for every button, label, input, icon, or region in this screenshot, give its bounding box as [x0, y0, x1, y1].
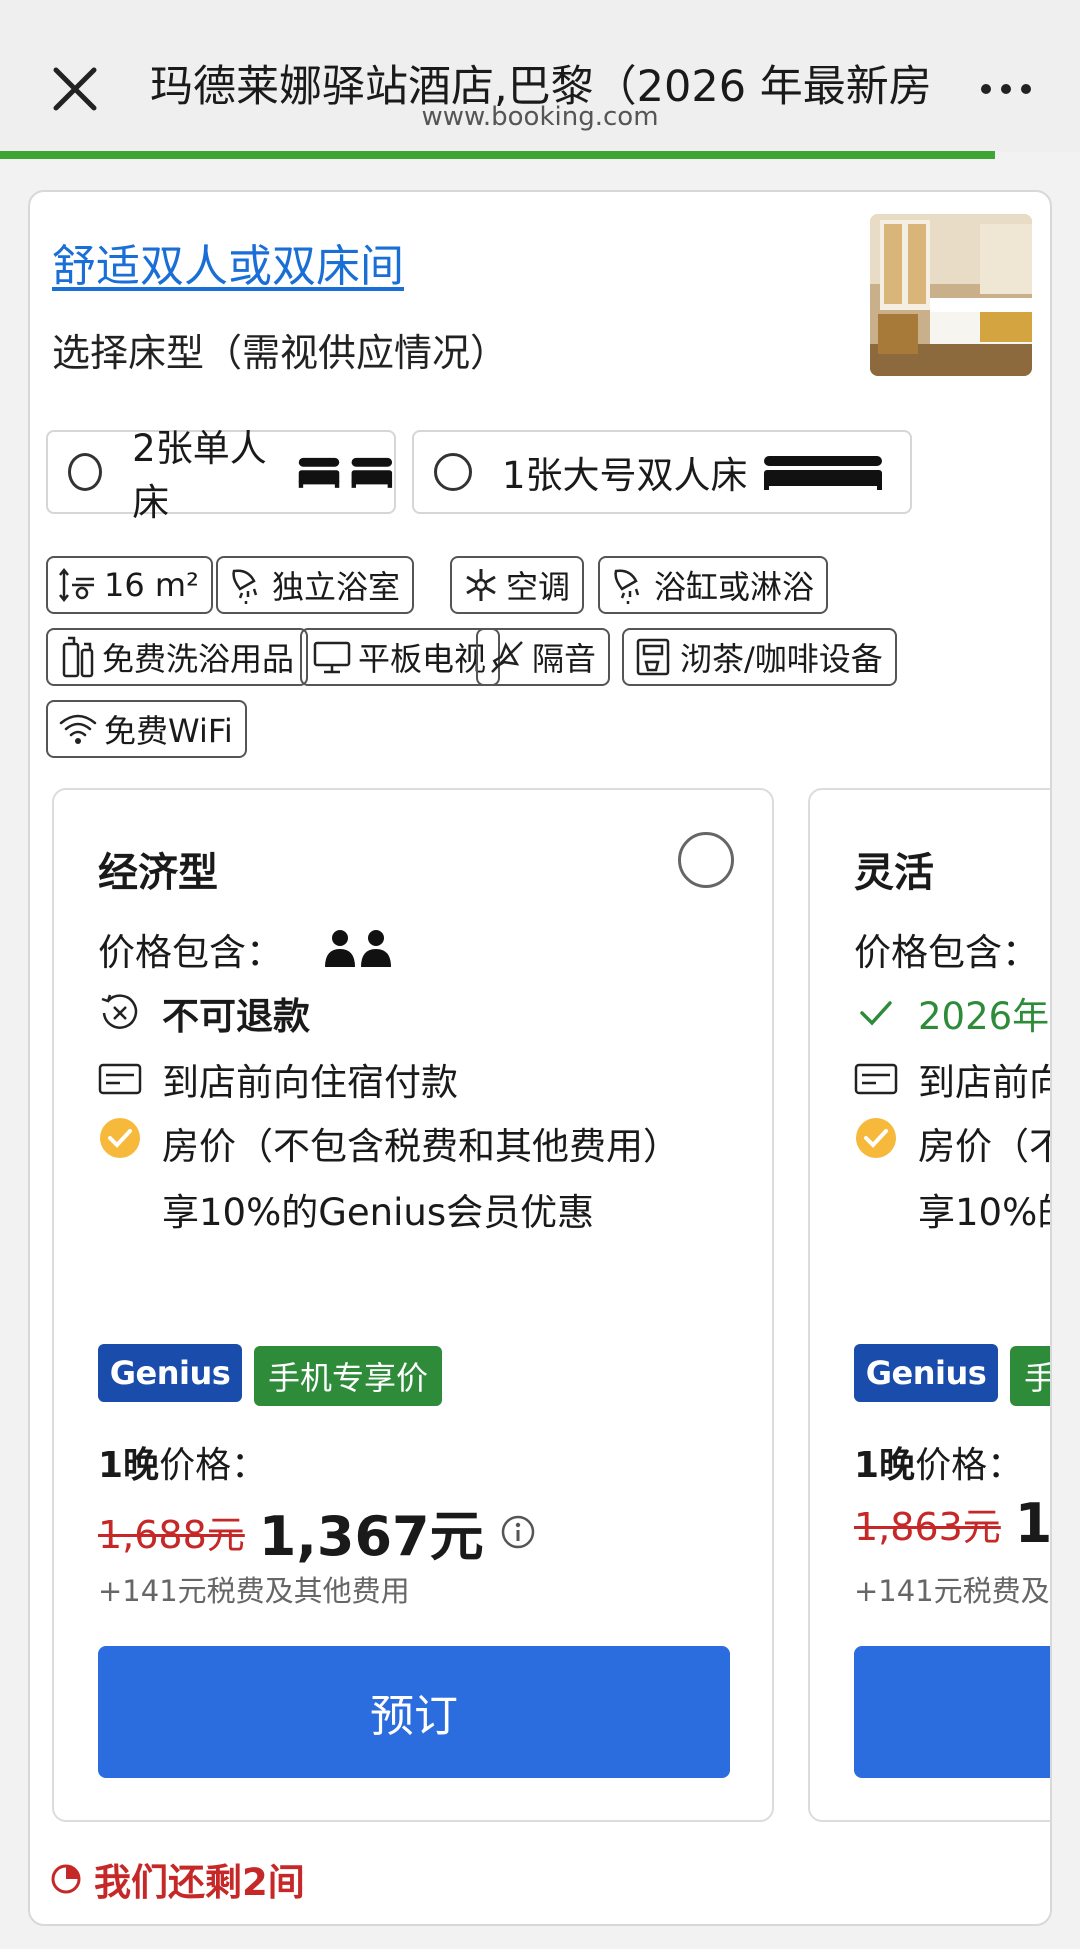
taxes-and-fees: +141元税费及 [854, 1574, 1050, 1608]
soundproof-icon [491, 641, 523, 673]
cancellation-policy: 2026年 [918, 995, 1050, 1038]
page-url: www.booking.com [421, 102, 659, 132]
taxes-and-fees: +141元税费及其他费用 [98, 1574, 410, 1608]
facility-room-size: 16 m² [46, 556, 213, 614]
facility-tea-coffee-maker: 沏茶/咖啡设备 [622, 628, 897, 686]
facility-flat-screen-tv: 平板电视 [300, 628, 501, 686]
original-price: 1,688元 [98, 1513, 245, 1557]
payment-card-icon [98, 1063, 142, 1095]
facility-label: 独立浴室 [272, 568, 401, 606]
discounted-price: 1, [1014, 1492, 1052, 1555]
rate-plan-name: 经济型 [98, 850, 218, 896]
facility-bath-or-shower: 浴缸或淋浴 [598, 556, 829, 614]
facility-free-wifi: 免费WiFi [46, 700, 247, 758]
rate-info-line2: 享10%的Genius会员优惠 [162, 1191, 595, 1234]
bed-option-label: 1张大号双人床 [502, 454, 748, 497]
wifi-icon [59, 714, 97, 744]
mobile-only-price-badge: 手机专享价 [254, 1346, 443, 1406]
facility-label: 免费WiFi [104, 712, 233, 750]
cancellation-row: 2026年 [854, 986, 1049, 1040]
facility-soundproof: 隔音 [476, 628, 611, 686]
room-photo[interactable] [870, 214, 1032, 376]
rate-plan-card: 经济型 价格包含： 不可退款 到店前向住宿付款 房价（不包含税费和其他费用） 享… [52, 788, 774, 1822]
payment-row: 到店前向住宿付款 [98, 1052, 458, 1106]
facility-toiletries: 免费洗浴用品 [46, 628, 309, 686]
bed-option-twin[interactable]: 2张单人床 [46, 427, 396, 524]
coffee-machine-icon [636, 638, 670, 676]
cancellation-policy: 不可退款 [162, 995, 310, 1038]
pie-clock-icon [51, 1864, 81, 1894]
browser-topbar: 玛德莱娜驿站酒店,巴黎（2026 年最新房 www.booking.com [0, 0, 1080, 152]
page-load-progress [0, 151, 995, 159]
rate-info-line2: 享10%的 [918, 1191, 1050, 1234]
mobile-only-price-badge: 手 [1010, 1346, 1050, 1406]
scarcity-message: 我们还剩2间 [50, 1852, 305, 1906]
payment-card-icon [854, 1063, 898, 1095]
double-bed-icon [763, 456, 882, 490]
room-title-link[interactable]: 舒适双人或双床间 [52, 230, 404, 294]
bed-option-radio[interactable] [68, 453, 103, 491]
facility-label: 隔音 [532, 640, 597, 678]
non-refundable-icon [101, 994, 138, 1029]
facility-label: 16 m² [104, 566, 199, 604]
facility-private-bathroom: 独立浴室 [216, 556, 415, 614]
payment-policy: 到店前向 [918, 1061, 1052, 1104]
rate-plan-radio[interactable] [678, 832, 734, 888]
genius-badge: Genius [98, 1344, 242, 1402]
scarcity-text: 我们还剩2间 [94, 1861, 305, 1904]
two-guests-icon [325, 930, 391, 967]
rate-info-line1: 房价（不 [918, 1125, 1052, 1168]
snowflake-icon [466, 569, 496, 601]
original-price: 1,863元 [854, 1505, 1001, 1549]
room-card: 舒适双人或双床间 选择床型（需视供应情况） 2张单人床 1张大号双人床 16 m… [28, 190, 1052, 1926]
price-row: 1,688元 1,367元 [98, 1492, 536, 1571]
bed-option-double[interactable]: 1张大号双人床 [412, 430, 912, 514]
facility-label: 空调 [506, 568, 571, 606]
price-row: 1,863元 1, [854, 1492, 1052, 1555]
shower-icon [232, 569, 258, 604]
payment-policy: 到店前向住宿付款 [162, 1061, 458, 1104]
book-button[interactable]: 预订 [98, 1646, 730, 1778]
price-includes-label: 价格包含： [854, 931, 1039, 974]
facility-label: 平板电视 [358, 640, 487, 678]
book-button[interactable] [854, 1646, 1050, 1778]
payment-row: 到店前向 [854, 1052, 1052, 1106]
discounted-price: 1,367元 [258, 1505, 484, 1568]
bed-option-label: 2张单人床 [132, 427, 267, 524]
single-bed-icon [298, 457, 393, 488]
nights-price-label: 1晚价格： [98, 1445, 268, 1486]
room-size-icon [59, 567, 94, 603]
rate-info-row: 房价（不包含税费和其他费用） 享10%的Genius会员优惠 [98, 1116, 680, 1236]
check-icon [860, 1001, 892, 1026]
shower-icon [614, 569, 640, 604]
toiletries-icon [62, 636, 94, 678]
tv-icon [313, 641, 351, 674]
bed-type-prompt: 选择床型（需视供应情况） [52, 331, 509, 375]
price-includes-label: 价格包含： [98, 931, 283, 974]
facility-air-conditioning: 空调 [450, 556, 585, 614]
yellow-check-icon [856, 1118, 896, 1158]
info-icon[interactable] [500, 1514, 536, 1550]
rate-plan-card: 灵活 价格包含： 2026年 到店前向 房价（不 享10%的 Genius 手 … [808, 788, 1052, 1822]
facility-label: 浴缸或淋浴 [654, 568, 815, 606]
price-includes-row: 价格包含： [98, 922, 395, 976]
facility-label: 沏茶/咖啡设备 [680, 640, 883, 678]
genius-badge: Genius [854, 1344, 998, 1402]
bed-option-radio[interactable] [434, 453, 472, 491]
yellow-check-icon [100, 1118, 140, 1158]
facility-label: 免费洗浴用品 [102, 640, 295, 678]
more-options-icon[interactable] [978, 80, 1034, 98]
price-includes-row: 价格包含： [854, 922, 1039, 976]
rate-info-row: 房价（不 享10%的 [854, 1116, 1052, 1236]
cancellation-row: 不可退款 [98, 986, 310, 1040]
rate-plan-name: 灵活 [854, 850, 934, 896]
rate-info-line1: 房价（不包含税费和其他费用） [162, 1125, 680, 1168]
nights-price-label: 1晚价格： [854, 1445, 1024, 1486]
